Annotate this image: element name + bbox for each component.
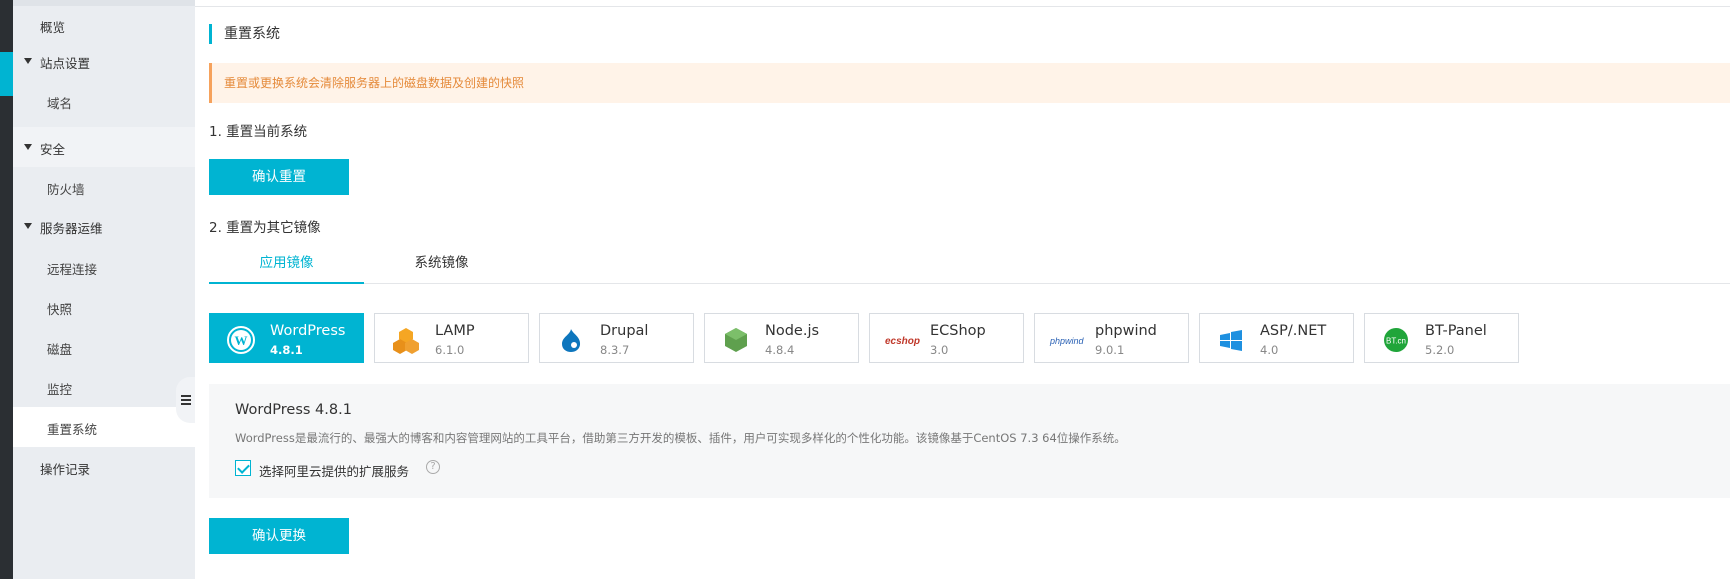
sidebar-group-site-settings[interactable]: 站点设置 [13, 41, 195, 81]
image-name: Node.js [765, 323, 820, 339]
sidebar-group-server-ops[interactable]: 服务器运维 [13, 206, 195, 246]
sidebar-item-label: 操作记录 [40, 462, 91, 477]
image-card-wordpress[interactable]: W WordPress 4.8.1 [209, 313, 364, 363]
main-content: 重置系统 重置或更换系统会清除服务器上的磁盘数据及创建的快照 1. 重置当前系统… [195, 0, 1730, 579]
main-top-divider [195, 6, 1730, 7]
lamp-icon [393, 328, 419, 354]
help-icon[interactable]: ? [426, 460, 440, 474]
ecshop-icon: ecshop [885, 336, 920, 347]
image-detail-description: WordPress是最流行的、最强大的博客和内容管理网站的工具平台，借助第三方开… [235, 431, 1126, 445]
image-name: phpwind [1095, 323, 1157, 339]
image-detail-panel: WordPress 4.8.1 WordPress是最流行的、最强大的博客和内容… [209, 384, 1730, 498]
confirm-change-button[interactable]: 确认更换 [209, 518, 349, 554]
drupal-icon [562, 329, 581, 352]
sidebar-group-security[interactable]: 安全 [13, 127, 195, 167]
image-version: 5.2.0 [1425, 343, 1455, 357]
page-title: 重置系统 [209, 24, 280, 44]
sidebar-item-monitor[interactable]: 监控 [13, 367, 195, 407]
sidebar-item-operation-log[interactable]: 操作记录 [13, 447, 195, 487]
image-name: LAMP [435, 323, 475, 339]
svg-text:ecshop: ecshop [885, 336, 920, 347]
image-card-ecshop[interactable]: ecshop ECShop 3.0 [869, 313, 1024, 363]
sidebar-item-label: 防火墙 [47, 182, 85, 197]
global-nav-active-marker [0, 52, 13, 96]
caret-down-icon [24, 223, 32, 229]
image-version: 9.0.1 [1095, 343, 1125, 357]
image-version: 8.3.7 [600, 343, 630, 357]
sidebar: 概览 站点设置 域名 安全 防火墙 服务器运维 远程连接 快照 磁盘 监控 重置… [13, 0, 195, 579]
sidebar-item-label: 域名 [47, 96, 73, 111]
sidebar-item-label: 磁盘 [47, 342, 73, 357]
sidebar-collapse-button[interactable] [176, 377, 195, 423]
sidebar-item-label: 安全 [40, 142, 66, 157]
extension-service-checkbox[interactable] [235, 460, 251, 476]
sidebar-item-label: 概览 [40, 20, 66, 35]
image-type-tabs: 应用镜像 系统镜像 [209, 248, 1730, 284]
sidebar-item-label: 服务器运维 [40, 221, 103, 236]
sidebar-item-overview[interactable]: 概览 [13, 5, 195, 45]
image-name: ASP/.NET [1260, 323, 1327, 339]
sidebar-item-label: 快照 [47, 302, 73, 317]
wordpress-icon: W [227, 326, 255, 354]
image-name: Drupal [600, 323, 649, 339]
sidebar-item-domain[interactable]: 域名 [13, 81, 195, 121]
image-name: BT-Panel [1425, 323, 1487, 339]
step-reset-other-image-heading: 2. 重置为其它镜像 [209, 220, 321, 236]
caret-down-icon [24, 144, 32, 150]
image-card-aspnet[interactable]: ASP/.NET 4.0 [1199, 313, 1354, 363]
image-detail-title: WordPress 4.8.1 [235, 402, 352, 418]
image-card-lamp[interactable]: LAMP 6.1.0 [374, 313, 529, 363]
sidebar-item-disk[interactable]: 磁盘 [13, 327, 195, 367]
image-card-nodejs[interactable]: Node.js 4.8.4 [704, 313, 859, 363]
nodejs-icon [725, 328, 747, 352]
image-version: 6.1.0 [435, 343, 465, 357]
tab-app-images[interactable]: 应用镜像 [209, 248, 364, 284]
tab-system-images[interactable]: 系统镜像 [364, 248, 519, 284]
image-name: ECShop [930, 323, 986, 339]
global-nav-strip [0, 0, 13, 579]
sidebar-item-label: 重置系统 [47, 422, 98, 437]
sidebar-item-snapshot[interactable]: 快照 [13, 287, 195, 327]
image-card-drupal[interactable]: Drupal 8.3.7 [539, 313, 694, 363]
step-reset-current-heading: 1. 重置当前系统 [209, 124, 308, 140]
image-card-btpanel[interactable]: BT.cn BT-Panel 5.2.0 [1364, 313, 1519, 363]
phpwind-icon: phpwind [1049, 336, 1085, 346]
svg-text:phpwind: phpwind [1049, 336, 1085, 346]
warning-alert: 重置或更换系统会清除服务器上的磁盘数据及创建的快照 [209, 63, 1730, 103]
sidebar-item-label: 站点设置 [40, 56, 91, 71]
sidebar-item-label: 远程连接 [47, 262, 98, 277]
sidebar-item-firewall[interactable]: 防火墙 [13, 167, 195, 207]
confirm-reset-button[interactable]: 确认重置 [209, 159, 349, 195]
image-name: WordPress [270, 323, 346, 339]
image-version: 4.8.4 [765, 343, 795, 357]
aspnet-icon [1220, 330, 1242, 351]
sidebar-item-reset-system[interactable]: 重置系统 [13, 407, 195, 447]
btpanel-icon: BT.cn [1384, 328, 1408, 352]
extension-service-label[interactable]: 选择阿里云提供的扩展服务 [259, 461, 409, 480]
sidebar-item-label: 监控 [47, 382, 73, 397]
app-root: 概览 站点设置 域名 安全 防火墙 服务器运维 远程连接 快照 磁盘 监控 重置… [0, 0, 1730, 579]
svg-text:BT.cn: BT.cn [1386, 337, 1406, 346]
sidebar-item-remote-connect[interactable]: 远程连接 [13, 247, 195, 287]
image-version: 4.0 [1260, 343, 1279, 357]
image-card-phpwind[interactable]: phpwind phpwind 9.0.1 [1034, 313, 1189, 363]
image-version: 3.0 [930, 343, 949, 357]
image-version: 4.8.1 [270, 343, 303, 357]
caret-down-icon [24, 58, 32, 64]
menu-icon [180, 399, 191, 401]
svg-text:W: W [235, 333, 248, 348]
